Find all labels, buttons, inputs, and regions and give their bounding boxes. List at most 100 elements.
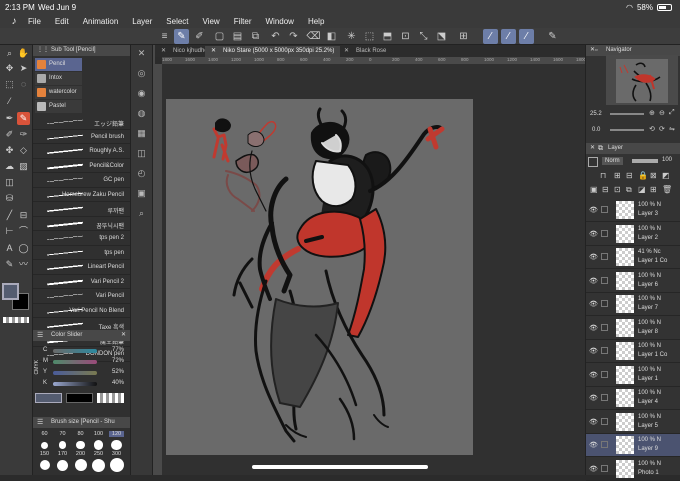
selection-show-icon[interactable]: ⊡ bbox=[398, 29, 413, 44]
figure-tool-icon[interactable]: ╱ bbox=[3, 209, 16, 222]
close-tab-icon[interactable]: ✕ bbox=[344, 47, 349, 54]
pen-settings-icon[interactable]: ✐ bbox=[192, 29, 207, 44]
layer-select-checkbox[interactable] bbox=[601, 394, 608, 401]
brush-item[interactable]: Vari Pencil No Blend bbox=[33, 304, 130, 318]
eye-icon[interactable]: 👁 bbox=[589, 253, 598, 261]
menu-select[interactable]: Select bbox=[166, 17, 188, 26]
ruler-snap-icon[interactable]: ⁄ bbox=[501, 29, 516, 44]
new-vector-layer-icon[interactable]: ⊟ bbox=[602, 185, 609, 194]
brush-size-dot[interactable] bbox=[76, 440, 85, 450]
color-slider-main-swatch[interactable] bbox=[35, 393, 62, 403]
undo-icon[interactable]: ↶ bbox=[268, 29, 283, 44]
curve-tool-icon[interactable]: ⌒ bbox=[17, 225, 30, 238]
main-color-swatch[interactable] bbox=[2, 283, 19, 300]
clear-icon[interactable]: ⌫ bbox=[306, 29, 321, 44]
eye-icon[interactable]: 👁 bbox=[589, 465, 598, 473]
menu-animation[interactable]: Animation bbox=[83, 17, 119, 26]
free-transform-icon[interactable]: ⬔ bbox=[434, 29, 449, 44]
brush-item[interactable]: 루까팬 bbox=[33, 202, 130, 217]
tab-pencil[interactable]: Pencil bbox=[35, 58, 82, 71]
brush-size-label[interactable]: 70 bbox=[55, 431, 70, 437]
layer-select-checkbox[interactable] bbox=[601, 276, 608, 284]
tab-pastel[interactable]: Pastel bbox=[35, 100, 82, 113]
tab-watercolor[interactable]: watercolor bbox=[35, 86, 82, 99]
menu-layer[interactable]: Layer bbox=[132, 17, 152, 26]
close-tab-icon[interactable]: ✕ bbox=[211, 47, 216, 54]
pen-tool-icon[interactable]: ✒ bbox=[3, 112, 16, 125]
dock-brush-size-icon[interactable]: ◉ bbox=[135, 87, 148, 100]
hand-tool-icon[interactable]: ✋ bbox=[17, 47, 30, 60]
zoom-in-icon[interactable]: ⊕ bbox=[649, 109, 655, 117]
dock-search-icon[interactable]: ⌕ bbox=[135, 207, 148, 220]
brush-size-dot[interactable] bbox=[111, 439, 122, 451]
brush-size-dot[interactable] bbox=[58, 441, 67, 449]
decoration-tool-icon[interactable]: ✤ bbox=[3, 144, 16, 157]
brush-item[interactable]: Pencil&Color bbox=[33, 159, 130, 173]
brush-size-label[interactable]: 80 bbox=[73, 431, 88, 437]
layer-select-checkbox[interactable] bbox=[601, 441, 608, 448]
dock-history-icon[interactable]: ◴ bbox=[135, 167, 148, 180]
open-file-icon[interactable]: ▤ bbox=[230, 29, 245, 44]
new-canvas-icon[interactable]: ▢ bbox=[212, 29, 227, 44]
layer-select-checkbox[interactable] bbox=[601, 323, 608, 331]
zoom-tool-icon[interactable]: ⌕ bbox=[3, 47, 16, 60]
new-folder-icon[interactable]: ⊡ bbox=[614, 185, 621, 194]
layer-row[interactable]: 👁 100 % N Layer 1 bbox=[586, 364, 680, 387]
menu-filter[interactable]: Filter bbox=[234, 17, 252, 26]
layer-row[interactable]: 👁 100 % N Photo 1 bbox=[586, 458, 680, 481]
eye-icon[interactable]: 👁 bbox=[589, 300, 598, 308]
transform-icon[interactable]: ⤡ bbox=[416, 29, 431, 44]
brush-item[interactable]: GC pen bbox=[33, 173, 130, 188]
layer-row[interactable]: 👁 100 % N Layer 2 bbox=[586, 223, 680, 246]
layer-select-checkbox[interactable] bbox=[601, 464, 608, 472]
pencil-tool-icon[interactable]: ✎ bbox=[17, 112, 30, 125]
mask-icon[interactable]: ◩ bbox=[662, 171, 670, 180]
brush-item[interactable]: Vari Pencil 2 bbox=[33, 275, 130, 289]
layer-row[interactable]: 👁 41 % Nc Layer 1 Co bbox=[586, 246, 680, 269]
transparent-color-swatch[interactable] bbox=[3, 317, 29, 323]
dock-color-set-icon[interactable]: ▦ bbox=[135, 127, 148, 140]
menu-file[interactable]: File bbox=[28, 17, 41, 26]
dock-intermediate-icon[interactable]: ◫ bbox=[135, 147, 148, 160]
frame-tool-icon[interactable]: ⊟ bbox=[17, 209, 30, 222]
layer-opacity-slider[interactable] bbox=[632, 159, 658, 163]
layer-select-checkbox[interactable] bbox=[601, 229, 608, 237]
stabilizer-icon[interactable]: ⁄ bbox=[483, 29, 498, 44]
brush-item[interactable]: tps pen bbox=[33, 246, 130, 260]
fit-icon[interactable]: ⤢ bbox=[669, 109, 675, 117]
combine-icon[interactable]: ⊞ bbox=[650, 185, 657, 194]
merge-down-icon[interactable]: ⧉ bbox=[626, 185, 632, 195]
menu-window[interactable]: Window bbox=[266, 17, 294, 26]
navigator-zoom-slider[interactable] bbox=[610, 113, 644, 115]
brush-item[interactable]: Homebrew Zaku Pencil bbox=[33, 188, 130, 202]
layer-select-checkbox[interactable] bbox=[601, 417, 608, 425]
text-tool-icon[interactable]: A bbox=[3, 242, 16, 255]
redo-icon[interactable]: ↷ bbox=[286, 29, 301, 44]
gradient-tool-icon[interactable]: ◫ bbox=[3, 176, 16, 189]
fill-icon[interactable]: ◧ bbox=[324, 29, 339, 44]
layer-select-checkbox[interactable] bbox=[601, 253, 608, 260]
layer-select-checkbox[interactable] bbox=[601, 347, 608, 354]
navigator-zoom-value[interactable]: 25.2 bbox=[590, 111, 602, 117]
close-icon[interactable]: ✕ bbox=[590, 143, 595, 154]
brush-size-dot[interactable] bbox=[92, 458, 105, 472]
slider-black[interactable]: K 40% bbox=[39, 379, 127, 388]
layer-select-checkbox[interactable] bbox=[601, 206, 608, 213]
brush-size-label[interactable]: 170 bbox=[55, 451, 70, 457]
eyedropper-icon[interactable]: ⁄ bbox=[3, 95, 16, 108]
brush-item[interactable]: エッジ鉛筆 bbox=[33, 115, 130, 130]
invert-icon[interactable]: ⬒ bbox=[380, 29, 395, 44]
rotate-right-icon[interactable]: ⟳ bbox=[659, 125, 665, 133]
menu-edit[interactable]: Edit bbox=[55, 17, 69, 26]
slider-cyan[interactable]: C 77% bbox=[39, 346, 127, 355]
layer-row[interactable]: 👁 100 % N Layer 3 bbox=[586, 199, 680, 222]
deselect-icon[interactable]: ⬚ bbox=[362, 29, 377, 44]
airbrush-tool-icon[interactable]: ✑ bbox=[17, 128, 30, 141]
menu-help[interactable]: Help bbox=[308, 17, 324, 26]
layer-row[interactable]: 👁 100 % N Layer 6 bbox=[586, 270, 680, 293]
slider-yellow[interactable]: Y 52% bbox=[39, 368, 127, 377]
brush-item[interactable]: 꿈뚜닉시팬 bbox=[33, 217, 130, 231]
blend-mode-select[interactable]: Norm bbox=[602, 157, 623, 165]
color-slider-sub-swatch[interactable] bbox=[66, 393, 93, 403]
brush-size-dot[interactable] bbox=[74, 459, 87, 471]
